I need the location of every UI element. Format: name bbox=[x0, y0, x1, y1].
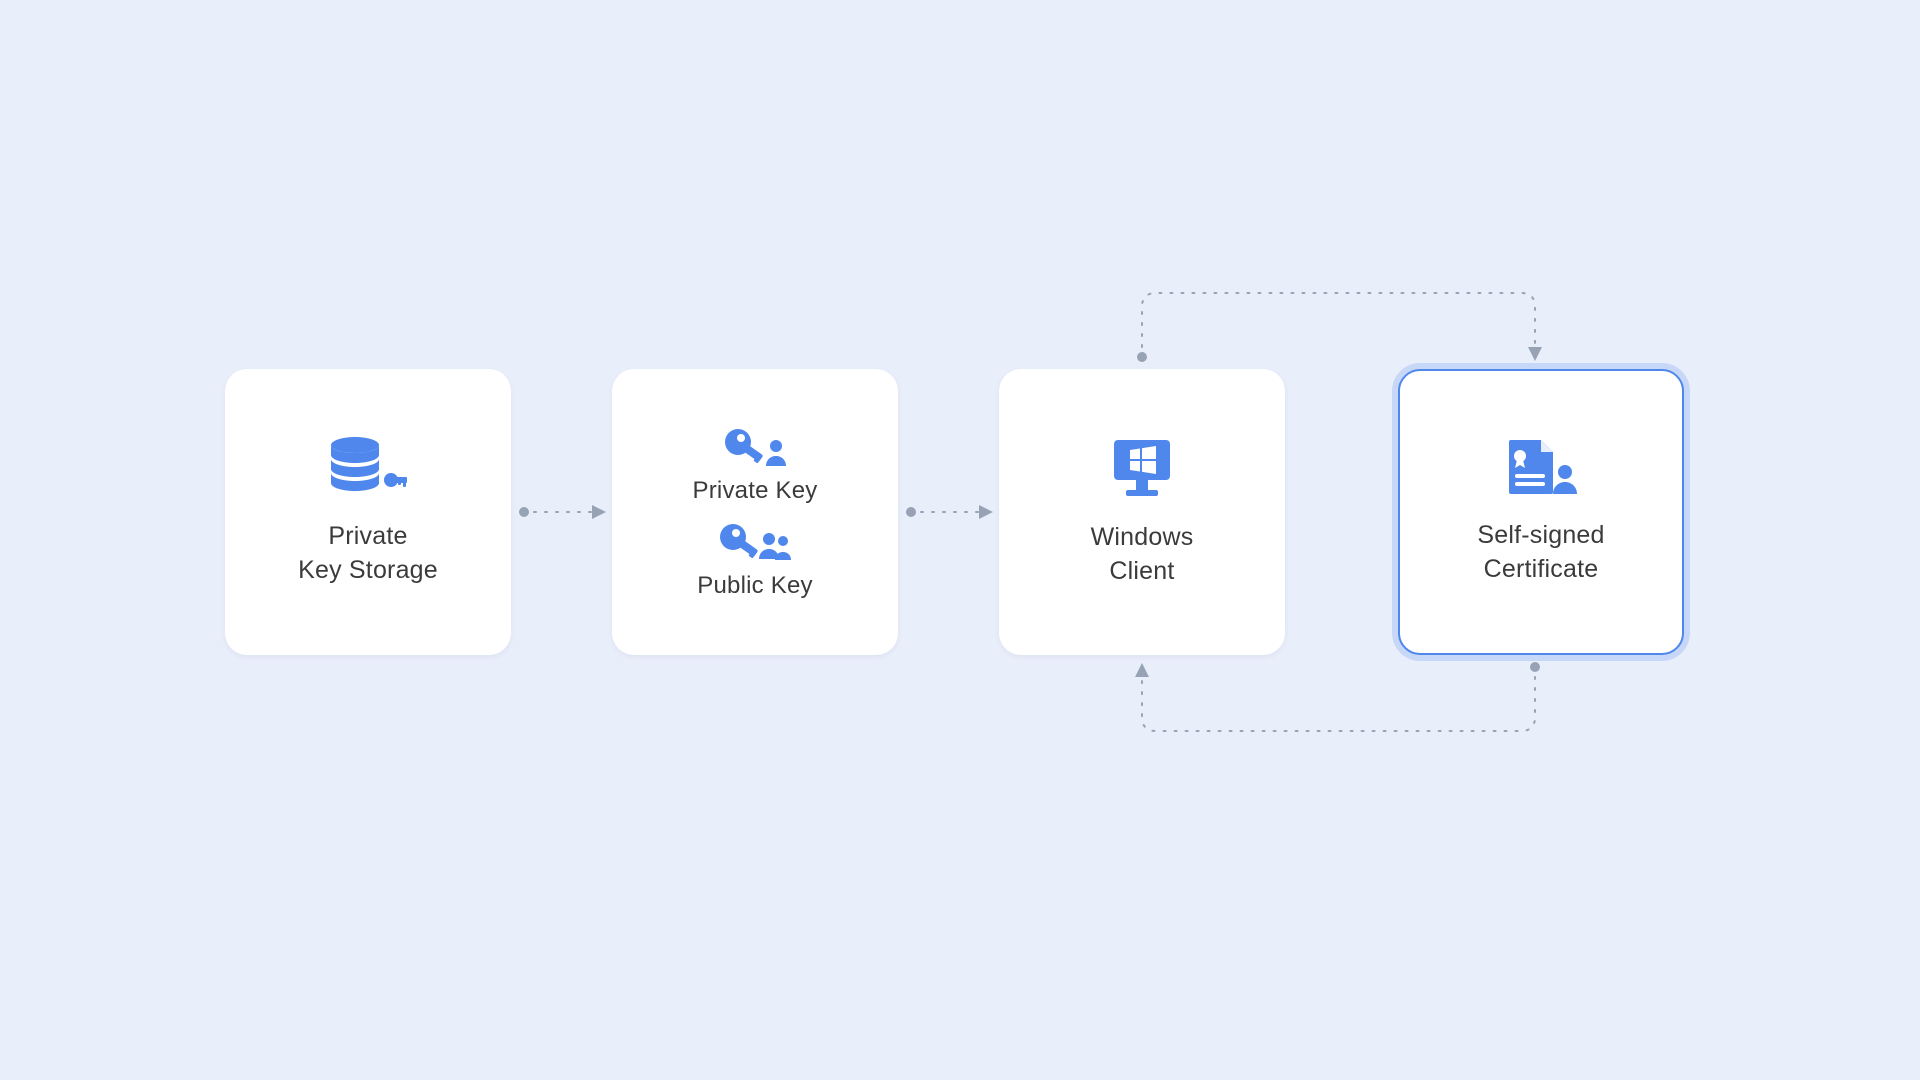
public-key-block: Public Key bbox=[697, 519, 812, 600]
windows-monitor-icon bbox=[1110, 436, 1174, 503]
certificate-person-icon bbox=[1503, 438, 1579, 501]
node-label: Self-signed Certificate bbox=[1477, 519, 1604, 587]
node-label: Private Key Storage bbox=[298, 520, 438, 588]
node-private-key-storage: Private Key Storage bbox=[225, 369, 511, 655]
diagram-canvas: Private Key Storage Private Key bbox=[0, 0, 1920, 1080]
public-key-label: Public Key bbox=[697, 572, 812, 600]
node-self-signed-certificate: Self-signed Certificate bbox=[1398, 369, 1684, 655]
node-windows-client: Windows Client bbox=[999, 369, 1285, 655]
node-label: Windows Client bbox=[1091, 521, 1194, 589]
database-key-icon bbox=[329, 437, 407, 502]
key-people-icon bbox=[717, 519, 793, 566]
private-key-block: Private Key bbox=[693, 424, 818, 505]
private-key-label: Private Key bbox=[693, 477, 818, 505]
key-person-icon bbox=[722, 424, 788, 471]
node-key-pair: Private Key Public Key bbox=[612, 369, 898, 655]
